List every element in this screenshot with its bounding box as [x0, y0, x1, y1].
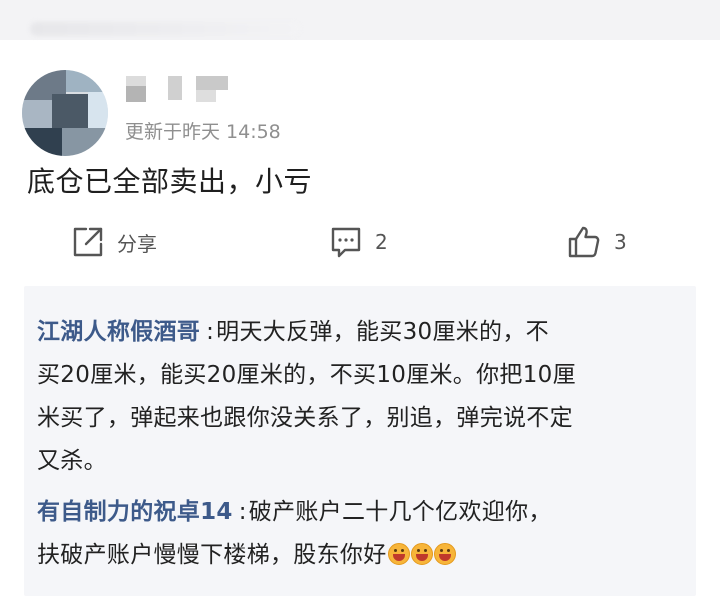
reply-line: 扶破产账户慢慢下楼梯，股东你好	[37, 535, 456, 569]
reply-text: 破产账户二十几个亿欢迎你，	[248, 499, 552, 525]
reply-colon: :	[206, 319, 215, 345]
comment-icon	[329, 225, 363, 259]
blurred-header-text	[30, 22, 300, 36]
share-label: 分享	[117, 231, 157, 256]
reply-author[interactable]: 江湖人称假酒哥	[37, 319, 200, 345]
post-content: 底仓已全部卖出，小亏	[27, 165, 313, 198]
updated-label: 更新于昨天	[125, 121, 221, 143]
top-header-blurred	[0, 0, 720, 40]
reply-text: 扶破产账户慢慢下楼梯，股东你好	[37, 542, 387, 568]
avatar[interactable]	[22, 70, 108, 156]
reply-line: 江湖人称假酒哥:明天大反弹，能买30厘米的，不	[37, 312, 549, 346]
reply-line: 又杀。	[37, 448, 107, 474]
post-timestamp: 更新于昨天 14:58	[125, 117, 281, 144]
share-icon	[71, 225, 105, 259]
thumbs-up-icon	[566, 224, 602, 260]
grinning-squinting-emoji	[433, 543, 456, 565]
like-button[interactable]: 3	[566, 224, 627, 260]
reply-author[interactable]: 有自制力的祝卓14	[37, 499, 233, 525]
reply-line: 有自制力的祝卓14:破产账户二十几个亿欢迎你，	[37, 492, 552, 526]
reply-section: 江湖人称假酒哥:明天大反弹，能买30厘米的，不 买20厘米，能买20厘米的，不买…	[24, 286, 696, 596]
comment-count: 2	[375, 230, 388, 254]
updated-time: 14:58	[226, 121, 281, 143]
grinning-squinting-emoji	[410, 543, 433, 565]
comment-button[interactable]: 2	[329, 224, 388, 260]
share-button[interactable]: 分享	[71, 224, 157, 260]
grinning-squinting-emoji	[387, 543, 410, 565]
reply-colon: :	[238, 499, 247, 525]
like-count: 3	[614, 230, 627, 254]
reply-line: 米买了，弹起来也跟你没关系了，别追，弹完说不定	[37, 405, 573, 431]
reply-line: 买20厘米，能买20厘米的，不买10厘米。你把10厘	[37, 362, 576, 388]
reply-text: 明天大反弹，能买30厘米的，不	[216, 319, 549, 345]
